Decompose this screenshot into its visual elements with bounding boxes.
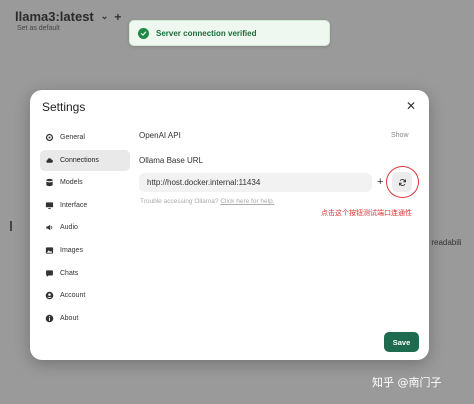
monitor-icon bbox=[45, 201, 54, 210]
sidebar-item-models[interactable]: Models bbox=[40, 172, 130, 193]
chevron-down-icon[interactable]: ⌄ bbox=[101, 11, 109, 22]
sidebar-item-general[interactable]: General bbox=[40, 127, 130, 148]
settings-modal: Settings ✕ General Connections Models In… bbox=[30, 90, 429, 360]
sidebar-item-label: Account bbox=[60, 292, 86, 300]
sidebar-item-account[interactable]: Account bbox=[40, 285, 130, 306]
set-default-link[interactable]: Set as default bbox=[17, 25, 60, 32]
help-text: Trouble accessing Ollama? Click here for… bbox=[140, 198, 275, 205]
sidebar-item-label: General bbox=[60, 134, 85, 141]
sidebar-item-label: Interface bbox=[60, 201, 88, 209]
sidebar-item-label: Audio bbox=[60, 224, 78, 232]
sidebar-item-chats[interactable]: Chats bbox=[40, 263, 130, 284]
sidebar-item-label: About bbox=[60, 314, 79, 322]
sidebar-item-label: Connections bbox=[60, 156, 99, 164]
close-icon[interactable]: ✕ bbox=[406, 99, 416, 113]
sidebar-item-images[interactable]: Images bbox=[40, 240, 130, 261]
openai-api-label: OpenAI API bbox=[139, 131, 181, 140]
toast-message: Server connection verified bbox=[156, 28, 257, 38]
ollama-url-label: Ollama Base URL bbox=[139, 156, 204, 165]
divider bbox=[10, 221, 12, 231]
sidebar-item-audio[interactable]: Audio bbox=[40, 217, 130, 238]
speaker-icon bbox=[45, 223, 54, 232]
annotation-text: 点击这个按钮测试端口连通性 bbox=[321, 210, 412, 217]
sidebar-item-label: Images bbox=[60, 246, 83, 254]
sidebar-item-about[interactable]: About bbox=[40, 308, 130, 329]
toast-notification: Server connection verified bbox=[129, 20, 330, 46]
image-icon bbox=[45, 246, 54, 255]
save-button[interactable]: Save bbox=[384, 332, 419, 352]
sidebar-item-interface[interactable]: Interface bbox=[40, 195, 130, 216]
annotation-circle bbox=[386, 166, 419, 198]
watermark: 知乎 @南门子 bbox=[372, 376, 442, 389]
ollama-url-input[interactable] bbox=[139, 173, 372, 192]
sidebar-item-label: Models bbox=[60, 179, 83, 187]
database-icon bbox=[45, 178, 54, 187]
modal-title: Settings bbox=[42, 100, 86, 114]
cloud-icon bbox=[45, 156, 54, 165]
model-name: llama3:latest bbox=[15, 9, 94, 24]
model-selector[interactable]: llama3:latest ⌄ + bbox=[15, 9, 121, 24]
help-text-prefix: Trouble accessing Ollama? bbox=[140, 198, 221, 205]
help-link[interactable]: Click here for help. bbox=[220, 198, 274, 205]
close-button[interactable]: ✕ bbox=[404, 99, 418, 113]
check-circle-icon bbox=[138, 27, 149, 39]
info-icon bbox=[45, 314, 54, 323]
gear-icon bbox=[45, 133, 54, 142]
sidebar-item-connections[interactable]: Connections bbox=[40, 149, 130, 171]
add-url-button[interactable]: + bbox=[377, 176, 383, 189]
user-icon bbox=[45, 291, 54, 300]
show-button[interactable]: Show bbox=[391, 132, 409, 139]
add-model-icon[interactable]: + bbox=[114, 10, 121, 24]
settings-sidebar: General Connections Models Interface Aud… bbox=[40, 127, 130, 330]
sidebar-item-label: Chats bbox=[60, 269, 79, 277]
chat-icon bbox=[45, 269, 54, 278]
